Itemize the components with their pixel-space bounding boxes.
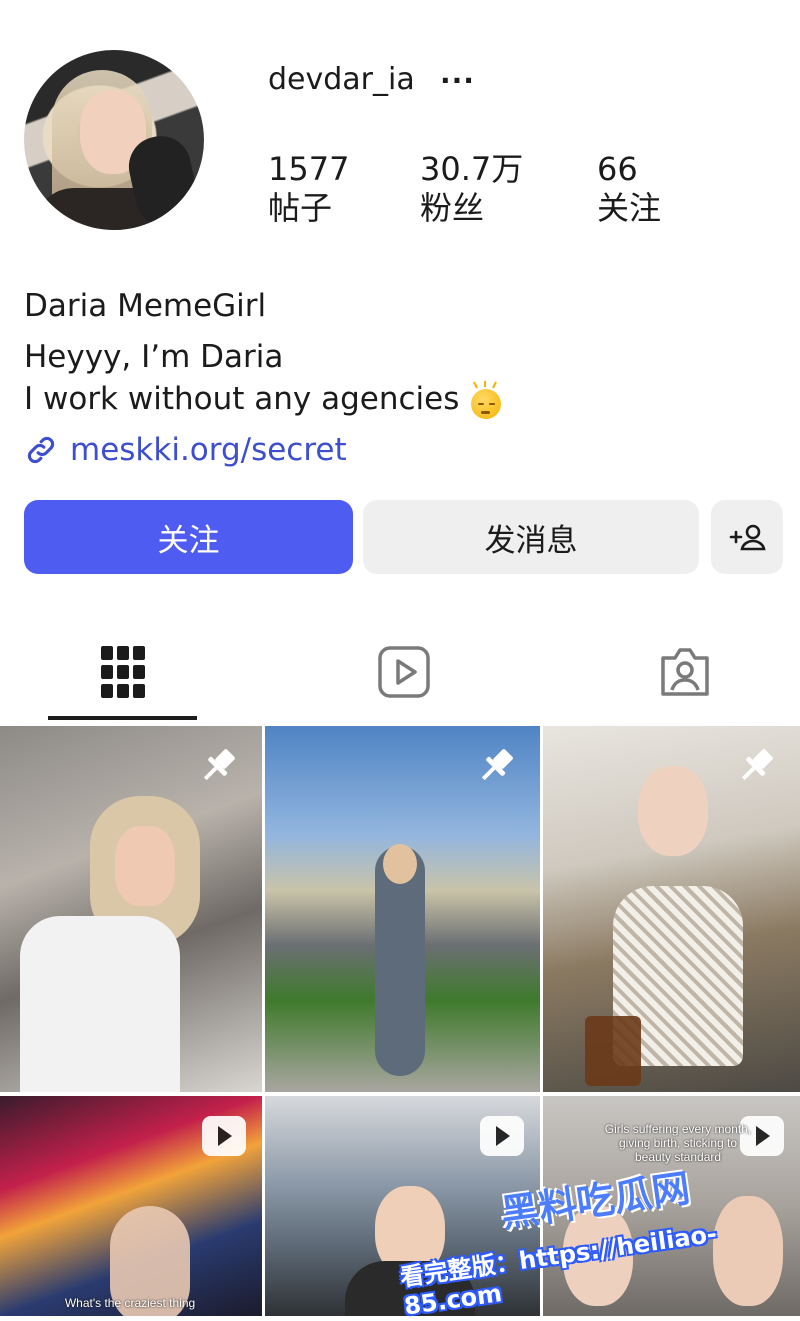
tab-posts-grid[interactable]: [83, 632, 163, 712]
suggest-people-button[interactable]: [711, 500, 783, 574]
stat-followers[interactable]: 30.7万 粉丝: [420, 150, 523, 228]
reel-icon: [202, 1116, 246, 1156]
pinned-icon: [741, 749, 773, 781]
pinned-icon: [203, 749, 235, 781]
profile-link[interactable]: meskki.org/secret: [24, 430, 347, 470]
selected-tab-indicator: [48, 716, 197, 720]
bio-line-1: Heyyy, I’m Daria: [24, 339, 284, 375]
profile-link-text[interactable]: meskki.org/secret: [70, 432, 347, 468]
post-thumbnail-4[interactable]: What's the craziest thing: [0, 1096, 262, 1316]
add-person-icon: [729, 524, 766, 551]
profile-avatar[interactable]: [24, 50, 204, 230]
display-name: Daria MemeGirl: [24, 288, 267, 324]
bio-line-2: I work without any agencies: [24, 381, 502, 419]
more-options-icon[interactable]: ···: [440, 64, 475, 97]
sleepy-sun-emoji-icon: [469, 381, 502, 419]
pinned-icon: [481, 749, 513, 781]
username: devdar_ia: [268, 62, 415, 97]
stat-posts-label: 帖子: [268, 189, 333, 227]
link-icon: [27, 436, 55, 464]
reel-icon: [480, 1116, 524, 1156]
post-caption: What's the craziest thing: [64, 1296, 196, 1310]
stat-following-count: 66: [597, 150, 638, 188]
grid-icon: [101, 646, 145, 698]
post-thumbnail-1[interactable]: [0, 726, 262, 1092]
follow-button[interactable]: 关注: [24, 500, 353, 574]
stat-following[interactable]: 66 关注: [597, 150, 661, 228]
post-thumbnail-2[interactable]: [265, 726, 540, 1092]
stat-following-label: 关注: [597, 189, 662, 227]
message-button[interactable]: 发消息: [363, 500, 699, 574]
post-thumbnail-3[interactable]: [543, 726, 800, 1092]
reels-icon: [378, 646, 430, 698]
stat-posts[interactable]: 1577 帖子: [268, 150, 349, 228]
stat-followers-count: 30.7万: [420, 150, 524, 188]
stat-posts-count: 1577: [268, 150, 350, 188]
tagged-icon: [661, 648, 709, 696]
bio-line-2-text: I work without any agencies: [24, 381, 460, 417]
tab-reels[interactable]: [364, 632, 444, 712]
tab-tagged[interactable]: [645, 632, 725, 712]
stat-followers-label: 粉丝: [420, 189, 485, 227]
